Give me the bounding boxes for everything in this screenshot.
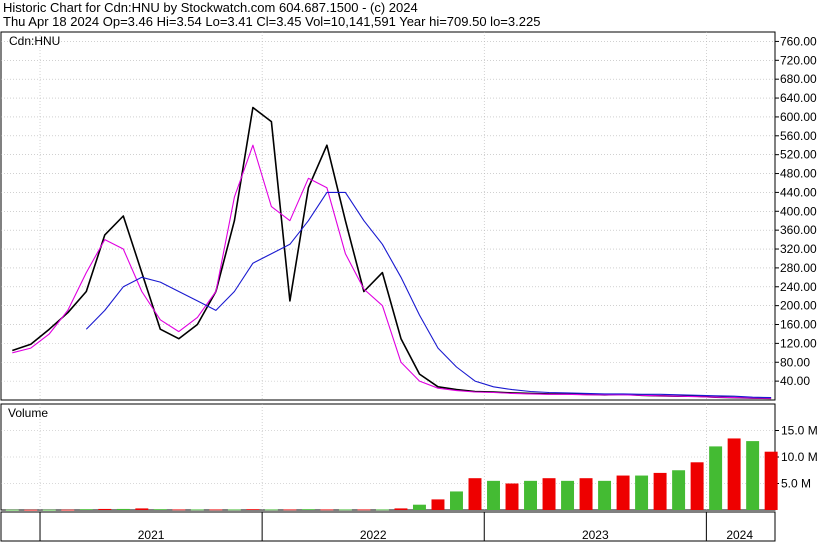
price-tick-label: 160.00	[780, 318, 817, 332]
year-label: 2023	[582, 528, 609, 542]
volume-bar	[320, 509, 334, 511]
price-tick-label: 640.00	[780, 91, 817, 105]
year-label: 2021	[138, 528, 165, 542]
price-tick-label: 480.00	[780, 167, 817, 181]
price-tick-label: 560.00	[780, 129, 817, 143]
price-tick-label: 40.00	[780, 374, 810, 388]
volume-bar	[450, 491, 463, 510]
volume-panel-title: Volume	[8, 406, 48, 420]
price-tick-label: 520.00	[780, 148, 817, 162]
volume-bar	[561, 480, 575, 510]
price-tick-label: 440.00	[780, 185, 817, 199]
volume-bar	[301, 509, 315, 511]
price-tick-label: 760.00	[780, 34, 817, 48]
volume-bar	[79, 509, 93, 511]
volume-bar	[172, 509, 186, 511]
volume-bar	[727, 438, 741, 510]
volume-bar	[283, 509, 297, 511]
volume-bar	[764, 451, 778, 510]
price-tick-label: 680.00	[780, 72, 817, 86]
long-ma-line	[85, 191, 772, 399]
price-legend-label: Cdn:HNU	[9, 34, 60, 48]
volume-bar	[598, 480, 612, 510]
price-panel-frame	[0, 31, 776, 401]
volume-bar	[190, 509, 204, 511]
volume-bar	[338, 509, 352, 511]
date-axis-frame	[0, 511, 776, 542]
volume-bar	[653, 472, 667, 510]
price-tick-label: 80.00	[780, 355, 810, 369]
volume-bar	[24, 509, 38, 511]
price-tick-label: 600.00	[780, 110, 817, 124]
price-tick-label: 200.00	[780, 299, 817, 313]
volume-bar	[61, 509, 75, 511]
year-label: 2022	[360, 528, 387, 542]
volume-bar	[635, 475, 649, 510]
volume-bar	[42, 509, 56, 511]
price-tick-label: 320.00	[780, 242, 817, 256]
volume-bar	[672, 470, 686, 510]
volume-bar	[98, 508, 112, 510]
volume-bar	[394, 508, 408, 510]
volume-bar	[505, 483, 519, 510]
volume-bar	[431, 499, 445, 510]
volume-tick-label: 10.0 M	[781, 450, 818, 464]
price-tick-label: 240.00	[780, 280, 817, 294]
volume-bar	[135, 508, 149, 510]
volume-bar	[616, 475, 630, 510]
volume-bar	[153, 509, 167, 511]
price-tick-label: 120.00	[780, 336, 817, 350]
volume-bar	[542, 478, 556, 510]
price-tick-label: 720.00	[780, 53, 817, 67]
volume-bar	[709, 446, 723, 510]
volume-bar	[746, 441, 760, 510]
price-line	[12, 106, 772, 400]
volume-bar	[209, 509, 223, 511]
volume-bar	[227, 509, 241, 511]
volume-bar	[468, 478, 482, 510]
volume-bar	[375, 509, 389, 511]
volume-bar	[412, 504, 426, 510]
volume-bar	[524, 480, 538, 510]
volume-tick-label: 15.0 M	[781, 424, 818, 438]
volume-bar	[690, 462, 704, 510]
year-label: 2024	[726, 528, 753, 542]
short-ma-line	[12, 144, 772, 399]
volume-bar	[116, 508, 130, 510]
volume-bar	[5, 509, 19, 511]
volume-bar	[487, 480, 500, 510]
chart-page: Historic Chart for Cdn:HNU by Stockwatch…	[0, 0, 830, 543]
price-tick-label: 400.00	[780, 204, 817, 218]
volume-tick-label: 5.0 M	[781, 477, 811, 491]
price-volume-chart: 40.00 80.00 120.00 160.00 200.00 240.00 280.00…	[0, 31, 818, 542]
volume-bar	[264, 509, 278, 511]
volume-bar	[357, 509, 371, 511]
price-tick-label: 280.00	[780, 261, 817, 275]
price-tick-label: 360.00	[780, 223, 817, 237]
volume-bar	[579, 478, 593, 510]
volume-bar	[246, 509, 260, 511]
